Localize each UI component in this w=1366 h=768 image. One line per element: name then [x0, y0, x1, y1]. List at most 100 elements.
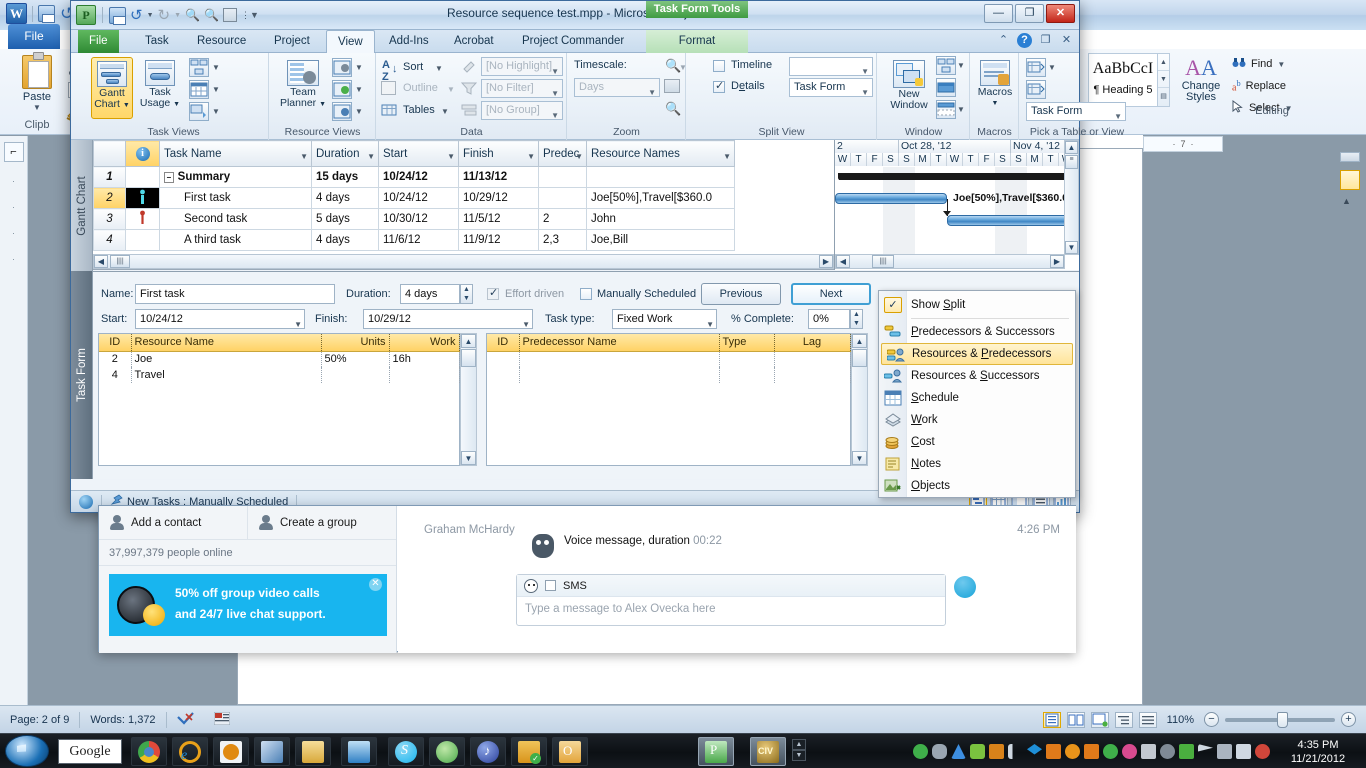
- minimize-button[interactable]: —: [984, 4, 1013, 23]
- styles-more-icon[interactable]: ▤: [1158, 88, 1169, 105]
- resource-table-vscrollbar[interactable]: ▲ ▼: [460, 333, 477, 466]
- menu-item-objects[interactable]: Objects: [879, 475, 1075, 497]
- find-button[interactable]: Find ▼: [1232, 53, 1312, 75]
- tab-view[interactable]: View: [326, 30, 375, 53]
- resource-usage-icon[interactable]: [332, 58, 352, 77]
- cell-start[interactable]: 11/6/12: [378, 229, 459, 251]
- resource-vscroll-thumb[interactable]: [461, 349, 476, 367]
- details-context-menu[interactable]: ✓ Show Split Predecessors & Successors R…: [878, 290, 1076, 498]
- close-window-icon[interactable]: ✕: [1059, 33, 1074, 48]
- cell-finish[interactable]: 11/5/12: [458, 208, 539, 230]
- finish-dropdown-icon[interactable]: ▼: [522, 316, 530, 334]
- page-indicator[interactable]: Page: 2 of 9: [0, 714, 79, 726]
- change-styles-button[interactable]: AA Change Styles: [1175, 55, 1227, 103]
- cell-start[interactable]: 10/24/12: [378, 166, 459, 188]
- col-header-indicators[interactable]: i: [125, 140, 160, 167]
- percent-spin-down-icon[interactable]: ▼: [851, 319, 862, 328]
- create-group-button[interactable]: Create a group: [247, 506, 396, 539]
- menu-item-predecessors-successors[interactable]: Predecessors & Successors: [879, 321, 1075, 343]
- gantt-chart-hscrollbar[interactable]: ◀ |||| ▶: [835, 254, 1065, 269]
- col-header-resource-names[interactable]: Resource Names ▼: [586, 140, 735, 167]
- scroll-down-icon[interactable]: ▼: [852, 451, 867, 465]
- collapse-outline-icon[interactable]: −: [164, 172, 174, 183]
- s-icon[interactable]: [1046, 744, 1061, 759]
- macros-caret-icon[interactable]: ▼: [973, 98, 1017, 109]
- outlook-icon[interactable]: O: [552, 737, 588, 766]
- resource-cell-name[interactable]: Travel: [131, 367, 322, 383]
- language-icon[interactable]: [204, 711, 240, 728]
- menu-item-show-split[interactable]: ✓ Show Split: [879, 294, 1075, 316]
- other-views-icon[interactable]: [189, 102, 209, 121]
- resource-cell-id[interactable]: 4: [99, 367, 132, 383]
- predecessor-table-vscrollbar[interactable]: ▲ ▼: [851, 333, 868, 466]
- sms-checkbox[interactable]: [545, 580, 556, 591]
- menu-item-work[interactable]: Work: [879, 409, 1075, 431]
- network-diagram-icon[interactable]: [189, 58, 209, 77]
- resource-cell-units[interactable]: [321, 367, 390, 383]
- word-quick-access-toolbar[interactable]: W ↺: [6, 3, 74, 24]
- macros-button[interactable]: Macros ▼: [973, 57, 1017, 109]
- styles-scroll-up-icon[interactable]: ▲: [1158, 54, 1169, 71]
- windows-start-icon[interactable]: [5, 735, 49, 767]
- task-type-select[interactable]: Fixed Work ▼: [612, 309, 717, 329]
- chrome-icon[interactable]: [131, 737, 167, 766]
- cell-finish[interactable]: 11/13/12: [458, 166, 539, 188]
- predecessor-table[interactable]: ID Predecessor Name Type Lag: [486, 333, 851, 466]
- civilization-icon[interactable]: CIV: [750, 737, 786, 766]
- system-tray[interactable]: [913, 738, 1270, 765]
- google-search-box[interactable]: Google: [58, 739, 122, 764]
- gantt-chart-hscroll-thumb[interactable]: ||||: [872, 255, 894, 268]
- word-horizontal-ruler[interactable]: · 7 ·: [1143, 136, 1223, 152]
- windows-taskbar[interactable]: Google e S ♪ ✓ O P CIV ▲ ▼ 4:35 PM 11/21…: [0, 733, 1366, 768]
- row-indicator[interactable]: [125, 166, 160, 188]
- sort-caret-icon[interactable]: ▼: [435, 64, 443, 73]
- cell-resources[interactable]: Joe,Bill: [586, 229, 735, 251]
- resource-col-id[interactable]: ID: [99, 334, 132, 352]
- cell-predecessors[interactable]: 2: [538, 208, 587, 230]
- tab-project[interactable]: Project: [263, 30, 321, 53]
- scroll-right-icon[interactable]: ▶: [819, 255, 833, 268]
- ribbon-tab-strip[interactable]: File Task Resource Project View Add-Ins …: [71, 30, 1079, 53]
- o-icon[interactable]: [1084, 744, 1099, 759]
- tab-format[interactable]: Format: [646, 30, 748, 53]
- name-input[interactable]: First task: [135, 284, 335, 304]
- tab-task[interactable]: Task: [134, 30, 180, 53]
- predecessor-col-id[interactable]: ID: [487, 334, 520, 352]
- replace-button[interactable]: ab Replace: [1232, 75, 1312, 97]
- send-message-button[interactable]: [954, 576, 976, 598]
- zoom-slider-thumb[interactable]: [1277, 711, 1288, 728]
- gantt-grid-table[interactable]: i Task Name ▼ Duration ▼ Start ▼ Finish ▼ Pr…: [93, 140, 735, 251]
- google-drive-icon[interactable]: [951, 744, 966, 759]
- volume-mute-icon[interactable]: [1255, 744, 1270, 759]
- scroll-left-icon[interactable]: ◀: [836, 255, 850, 268]
- close-button[interactable]: ✕: [1046, 4, 1075, 23]
- details-checkbox[interactable]: [713, 79, 725, 93]
- tab-project-commander[interactable]: Project Commander: [511, 30, 635, 53]
- start-input[interactable]: 10/24/12 ▼: [135, 309, 305, 329]
- new-window-button[interactable]: New Window: [883, 57, 935, 111]
- styles-gallery-scroll[interactable]: ▲ ▼ ▤: [1158, 53, 1170, 107]
- row-indicator[interactable]: [125, 229, 160, 251]
- table-row[interactable]: [487, 351, 851, 367]
- gantt-vscroll-thumb[interactable]: ≡: [1065, 155, 1078, 169]
- java-icon[interactable]: [989, 744, 1004, 759]
- scroll-left-icon[interactable]: ◀: [94, 255, 108, 268]
- cell-task-name[interactable]: − Summary: [159, 166, 312, 188]
- duration-spin-up-icon[interactable]: ▲: [461, 285, 472, 294]
- scroll-down-icon[interactable]: ▼: [1065, 241, 1078, 254]
- gantt-chart-vscrollbar[interactable]: ▲ ≡ ▼: [1064, 140, 1079, 255]
- cell-duration[interactable]: 15 days: [311, 166, 379, 188]
- row-indicator[interactable]: [125, 208, 160, 230]
- full-screen-reading-view-icon[interactable]: [1066, 711, 1085, 728]
- timeline-checkbox[interactable]: [713, 60, 725, 72]
- table-row[interactable]: 4 A third task 4 days 11/6/12 11/9/12 2,…: [93, 229, 735, 251]
- cell-task-name[interactable]: Second task: [159, 208, 312, 230]
- globe-shield-icon[interactable]: [1103, 744, 1118, 759]
- zoom-in-icon[interactable]: +: [1341, 712, 1356, 727]
- task-usage-button[interactable]: Task Usage ▼: [139, 57, 181, 110]
- zoom-entire-project-icon[interactable]: [664, 79, 680, 93]
- scroll-right-icon[interactable]: ▶: [1050, 255, 1064, 268]
- resource-col-name[interactable]: Resource Name: [131, 334, 322, 352]
- resource-cell-work[interactable]: 16h: [389, 351, 460, 367]
- col-header-predecessors[interactable]: Predec ▼: [538, 140, 587, 167]
